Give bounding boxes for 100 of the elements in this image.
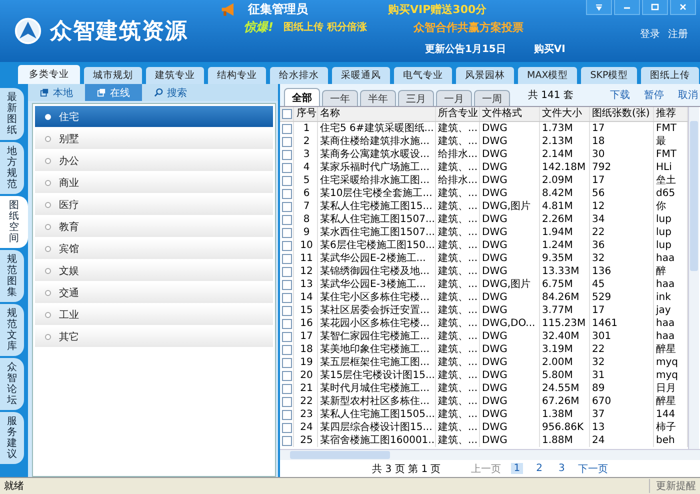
row-checkbox[interactable] (282, 188, 292, 198)
banner-title[interactable]: 征集管理员 (248, 0, 378, 18)
source-button[interactable]: 搜索 (142, 84, 199, 101)
side-tab[interactable]: 地方规范 (0, 142, 24, 194)
register-link[interactable]: 注册 (668, 27, 688, 41)
minimize-button[interactable] (614, 0, 640, 15)
category-tab[interactable]: SKP模型 (581, 67, 638, 84)
category-item[interactable]: 工业 (35, 304, 273, 325)
period-tab[interactable]: 半年 (360, 90, 396, 106)
prev-page-link[interactable]: 上一页 (470, 462, 501, 476)
side-tab[interactable]: 图纸空间 (0, 196, 28, 248)
row-checkbox[interactable] (282, 162, 292, 172)
side-tab[interactable]: 最新图纸 (0, 88, 24, 140)
category-tab[interactable]: MAX模型 (518, 67, 578, 84)
page-link[interactable]: 1 (510, 463, 524, 474)
table-cell: 15 (294, 304, 318, 317)
column-header[interactable]: 图纸张数(张) (590, 107, 654, 121)
category-tab[interactable]: 采暖通风 (332, 67, 390, 84)
side-tab[interactable]: 规范文库 (0, 304, 24, 356)
action-link[interactable]: 取消 (678, 88, 698, 102)
category-item[interactable]: 住宅 (35, 106, 273, 127)
table-cell: 某商住楼给建筑排水施... (318, 135, 436, 148)
category-item[interactable]: 文娱 (35, 260, 273, 281)
page-link[interactable]: 2 (533, 463, 546, 474)
column-header[interactable]: 序号 (294, 107, 318, 121)
period-tab[interactable]: 一月 (436, 90, 472, 106)
row-checkbox[interactable] (282, 124, 292, 134)
select-all-checkbox[interactable] (282, 109, 292, 119)
row-checkbox[interactable] (282, 292, 292, 302)
period-tab[interactable]: 三月 (398, 90, 434, 106)
update-reminder-button[interactable]: 更新提醒 (649, 479, 696, 493)
row-checkbox[interactable] (282, 136, 292, 146)
row-checkbox[interactable] (282, 332, 292, 342)
category-tab[interactable]: 城市规划 (84, 67, 142, 84)
side-tab[interactable]: 服务建议 (0, 412, 24, 464)
category-tab[interactable]: 风景园林 (456, 67, 514, 84)
page-link[interactable]: 3 (556, 463, 568, 474)
row-checkbox[interactable] (282, 240, 292, 250)
category-tab[interactable]: 电气专业 (394, 67, 452, 84)
row-checkbox[interactable] (282, 410, 292, 420)
table-cell: 某宿舍楼施工图160001... (318, 434, 436, 447)
row-checkbox[interactable] (282, 396, 292, 406)
side-tab[interactable]: 众智论坛 (0, 358, 24, 410)
category-tab[interactable]: 图纸上传 (641, 67, 700, 84)
vertical-scrollbar[interactable] (688, 107, 699, 449)
category-tab[interactable]: 结构专业 (208, 67, 266, 84)
side-tab[interactable]: 规范图集 (0, 250, 24, 302)
row-checkbox[interactable] (282, 318, 292, 328)
notice-link[interactable]: 更新公告1月15日 (425, 42, 506, 56)
category-item[interactable]: 宾馆 (35, 238, 273, 259)
row-checkbox[interactable] (282, 254, 292, 264)
category-item[interactable]: 办公 (35, 150, 273, 171)
row-checkbox[interactable] (282, 436, 292, 446)
category-tab[interactable]: 多类专业 (18, 65, 80, 84)
period-tab[interactable]: 一周 (474, 90, 510, 106)
row-checkbox[interactable] (282, 150, 292, 160)
category-item[interactable]: 教育 (35, 216, 273, 237)
period-tab[interactable]: 全部 (284, 88, 320, 106)
buy-link[interactable]: 购买VI (534, 42, 566, 56)
row-checkbox[interactable] (282, 228, 292, 238)
row-checkbox[interactable] (282, 266, 292, 276)
category-item[interactable]: 交通 (35, 282, 273, 303)
maximize-button[interactable] (642, 0, 668, 15)
table-cell: DWG (480, 408, 540, 421)
category-item[interactable]: 其它 (35, 326, 273, 347)
row-checkbox[interactable] (282, 358, 292, 368)
row-checkbox[interactable] (282, 344, 292, 354)
table-cell: 8 (294, 213, 318, 226)
action-link[interactable]: 暂停 (644, 88, 664, 102)
row-checkbox[interactable] (282, 280, 292, 290)
category-item[interactable]: 商业 (35, 172, 273, 193)
row-checkbox[interactable] (282, 202, 292, 212)
close-button[interactable] (670, 0, 696, 15)
action-link[interactable]: 下载 (610, 88, 630, 102)
column-header[interactable]: 所含专业 (436, 107, 480, 121)
row-checkbox[interactable] (282, 306, 292, 316)
table-cell: 529 (590, 291, 654, 304)
table-cell: DWG (480, 343, 540, 356)
dropdown-button[interactable] (586, 0, 612, 15)
row-checkbox[interactable] (282, 176, 292, 186)
column-header[interactable]: 文件大小 (540, 107, 590, 121)
category-item[interactable]: 医疗 (35, 194, 273, 215)
column-header[interactable]: 名称 (318, 107, 436, 121)
row-checkbox[interactable] (282, 384, 292, 394)
category-tab[interactable]: 给水排水 (270, 67, 328, 84)
next-page-link[interactable]: 下一页 (578, 462, 608, 476)
table-cell: 30 (590, 148, 654, 161)
source-button[interactable]: 本地 (28, 84, 85, 101)
table-cell: 某私人住宅施工图1505... (318, 408, 436, 421)
row-checkbox[interactable] (282, 370, 292, 380)
category-item[interactable]: 别墅 (35, 128, 273, 149)
row-checkbox[interactable] (282, 214, 292, 224)
column-header[interactable]: 文件格式 (480, 107, 540, 121)
period-tab[interactable]: 一年 (322, 90, 358, 106)
table-cell: 14 (294, 291, 318, 304)
login-link[interactable]: 登录 (640, 27, 660, 41)
horizontal-scrollbar[interactable] (280, 449, 700, 460)
row-checkbox[interactable] (282, 422, 292, 432)
maximize-icon (650, 2, 660, 12)
category-tab[interactable]: 建筑专业 (146, 67, 204, 84)
